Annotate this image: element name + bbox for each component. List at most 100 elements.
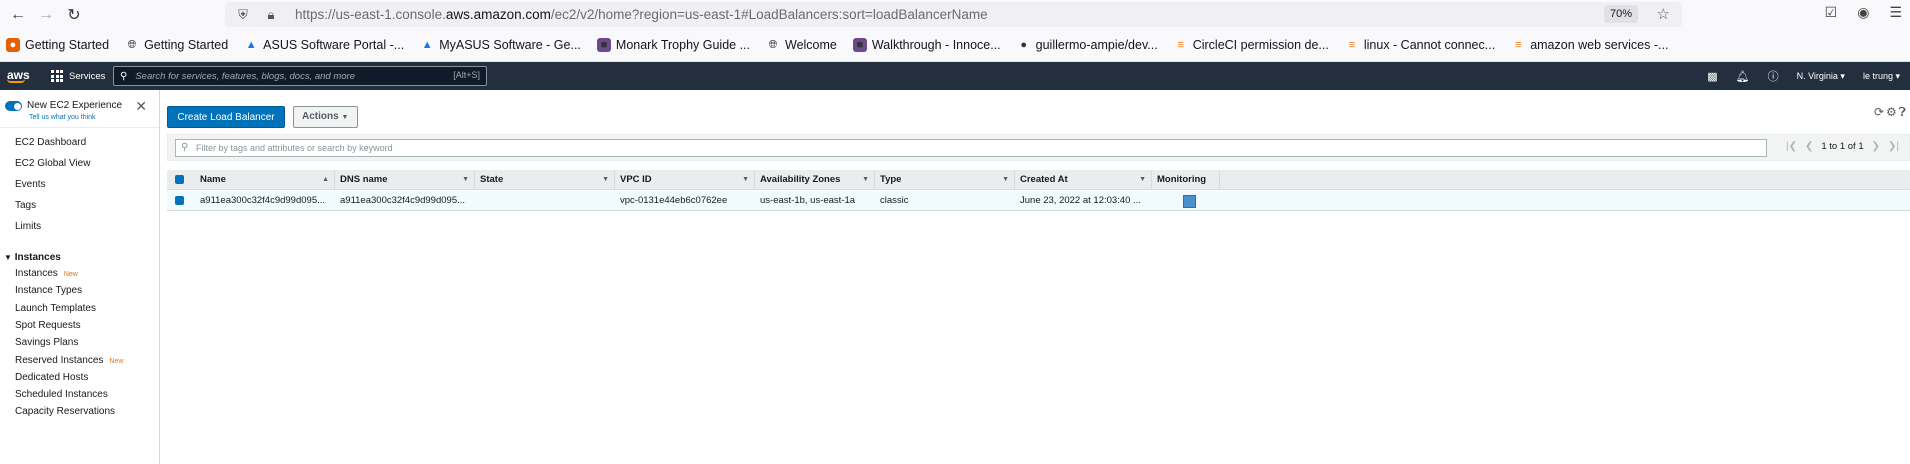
- next-page-icon[interactable]: ❯: [1872, 141, 1880, 152]
- new-experience-toggle[interactable]: [5, 101, 22, 111]
- column-monitoring[interactable]: Monitoring: [1152, 170, 1220, 190]
- new-experience-panel: New EC2 Experience Tell us what you thin…: [0, 90, 159, 128]
- column-vpc-id[interactable]: VPC ID ▼: [615, 170, 755, 190]
- bookmark-item[interactable]: ≡ CircleCI permission de...: [1174, 38, 1328, 52]
- column-name[interactable]: Name ▲: [195, 170, 335, 190]
- globe-icon: 🌐︎: [768, 39, 778, 51]
- forward-icon[interactable]: →: [32, 1, 60, 29]
- bookmark-item[interactable]: ● guillermo-ampie/dev...: [1017, 38, 1158, 52]
- sidebar-item-capacity-reservations[interactable]: Capacity Reservations: [15, 406, 115, 417]
- bookmark-label: amazon web services -...: [1530, 38, 1669, 52]
- cell-dns-name: a911ea300c32f4c9d99d095...: [340, 195, 466, 206]
- stackoverflow-icon: ≡: [1348, 39, 1356, 51]
- sidebar-item-dedicated-hosts[interactable]: Dedicated Hosts: [15, 372, 88, 383]
- cell-name: a911ea300c32f4c9d99d095...: [200, 195, 326, 206]
- lock-icon[interactable]: 🔒︎: [261, 7, 281, 23]
- table-row[interactable]: a911ea300c32f4c9d99d095... a911ea300c32f…: [167, 191, 1910, 211]
- bookmark-label: ASUS Software Portal -...: [263, 38, 405, 52]
- bookmark-item[interactable]: 🌐︎ Welcome: [766, 38, 837, 52]
- close-icon[interactable]: ✕: [135, 98, 147, 115]
- select-all-checkbox[interactable]: [175, 175, 184, 184]
- back-icon[interactable]: ←: [4, 1, 32, 29]
- cell-type: classic: [880, 195, 909, 206]
- filter-input[interactable]: ⚲ Filter by tags and attributes or searc…: [175, 139, 1767, 157]
- asus-icon: ▲: [245, 39, 257, 51]
- column-state[interactable]: State ▼: [475, 170, 615, 190]
- bookmark-item[interactable]: 🌐︎ Getting Started: [125, 38, 228, 52]
- bookmark-star-icon[interactable]: ☆: [1657, 5, 1670, 23]
- services-menu[interactable]: Services: [51, 70, 105, 82]
- bookmark-label: Getting Started: [144, 38, 229, 52]
- new-badge: New: [109, 357, 124, 365]
- bookmark-item[interactable]: ≡ linux - Cannot connec...: [1345, 38, 1496, 52]
- bookmark-item[interactable]: ≡ amazon web services -...: [1511, 38, 1668, 52]
- bookmark-label: guillermo-ampie/dev...: [1035, 38, 1158, 52]
- filter-bar: ⚲ Filter by tags and attributes or searc…: [167, 134, 1910, 161]
- globe-icon: 🌐︎: [127, 39, 137, 51]
- column-created-at[interactable]: Created At ▼: [1015, 170, 1152, 190]
- firefox-icon: ●: [6, 38, 20, 52]
- sidebar-item-limits[interactable]: Limits: [15, 221, 41, 232]
- row-checkbox[interactable]: [175, 196, 184, 205]
- caret-down-icon: ▼: [341, 114, 349, 121]
- pagination: |❮ ❮ 1 to 1 of 1 ❯ ❯|: [1786, 141, 1899, 152]
- last-page-icon[interactable]: ❯|: [1888, 141, 1899, 152]
- sidebar-item-reserved-instances[interactable]: Reserved Instances New: [15, 355, 123, 366]
- reload-icon[interactable]: ↻: [60, 1, 88, 29]
- sidebar-item-events[interactable]: Events: [15, 179, 46, 190]
- cloudshell-icon[interactable]: ▩: [1707, 70, 1717, 83]
- grid-icon: [51, 70, 63, 82]
- sidebar-item-ec2-dashboard[interactable]: EC2 Dashboard: [15, 137, 86, 148]
- bookmark-label: linux - Cannot connec...: [1363, 38, 1496, 52]
- search-icon: ⚲: [120, 70, 128, 82]
- feedback-link[interactable]: Tell us what you think: [29, 114, 96, 121]
- refresh-icon[interactable]: ⟳: [1874, 105, 1884, 120]
- sidebar-item-instance-types[interactable]: Instance Types: [15, 285, 82, 296]
- sidebar-item-launch-templates[interactable]: Launch Templates: [15, 303, 96, 314]
- sidebar-item-scheduled-instances[interactable]: Scheduled Instances: [15, 389, 108, 400]
- sidebar-item-savings-plans[interactable]: Savings Plans: [15, 337, 78, 348]
- sidebar-item-tags[interactable]: Tags: [15, 200, 36, 211]
- monitoring-icon[interactable]: [1183, 195, 1196, 208]
- actions-button[interactable]: Actions ▼: [293, 106, 358, 128]
- user-menu[interactable]: le trung ▾: [1863, 71, 1900, 82]
- menu-icon[interactable]: ☰: [1889, 4, 1902, 21]
- url-field[interactable]: ⛨ 🔒︎ https://us-east-1.console.aws.amazo…: [225, 2, 1682, 27]
- cell-vpc-id: vpc-0131e44eb6c0762ee: [620, 195, 728, 206]
- bookmark-label: Walkthrough - Innoce...: [871, 38, 1001, 52]
- cell-created-at: June 23, 2022 at 12:03:40 ...: [1020, 195, 1141, 206]
- bell-icon[interactable]: 🔔︎: [1736, 70, 1750, 83]
- sidebar-section-instances[interactable]: ▼ Instances: [4, 252, 61, 263]
- sidebar-item-instances[interactable]: Instances New: [15, 268, 78, 279]
- zoom-level[interactable]: 70%: [1603, 5, 1638, 23]
- settings-icon[interactable]: ⚙: [1886, 105, 1897, 120]
- sidebar-item-ec2-global-view[interactable]: EC2 Global View: [15, 158, 90, 169]
- column-dns-name[interactable]: DNS name ▼: [335, 170, 475, 190]
- shield-icon[interactable]: ⛨: [233, 7, 253, 23]
- help-icon[interactable]: ⓘ: [1768, 68, 1779, 84]
- create-load-balancer-button[interactable]: Create Load Balancer: [167, 106, 285, 128]
- help-icon[interactable]: ❓︎: [1899, 105, 1906, 120]
- cell-availability-zones: us-east-1b, us-east-1a: [760, 195, 856, 206]
- column-type[interactable]: Type ▼: [875, 170, 1015, 190]
- column-availability-zones[interactable]: Availability Zones ▼: [755, 170, 875, 190]
- bookmark-item[interactable]: ▲ ASUS Software Portal -...: [244, 38, 404, 52]
- url-text[interactable]: https://us-east-1.console.aws.amazon.com…: [295, 7, 988, 22]
- bookmark-label: MyASUS Software - Ge...: [439, 38, 581, 52]
- extension-icon[interactable]: ◉: [1857, 4, 1869, 21]
- bookmark-item[interactable]: ▲ MyASUS Software - Ge...: [420, 38, 581, 52]
- browser-toolbar: ← → ↻ ⛨ 🔒︎ https://us-east-1.console.aws…: [0, 0, 1910, 29]
- prev-page-icon[interactable]: ❮: [1805, 141, 1813, 152]
- asus-icon: ▲: [421, 39, 433, 51]
- region-selector[interactable]: N. Virginia ▾: [1797, 71, 1845, 82]
- aws-search-input[interactable]: ⚲ Search for services, features, blogs, …: [113, 66, 487, 86]
- image-icon: ■: [596, 38, 611, 52]
- sidebar-item-spot-requests[interactable]: Spot Requests: [15, 320, 81, 331]
- bookmarks-bar: ● Getting Started 🌐︎ Getting Started ▲ ASUS S…: [0, 29, 1910, 62]
- pocket-icon[interactable]: ☑: [1825, 4, 1838, 21]
- bookmark-item[interactable]: ■ Monark Trophy Guide ...: [596, 38, 750, 52]
- aws-logo[interactable]: aws: [7, 69, 37, 83]
- bookmark-item[interactable]: ● Getting Started: [6, 38, 109, 52]
- first-page-icon[interactable]: |❮: [1786, 141, 1797, 152]
- bookmark-item[interactable]: ■ Walkthrough - Innoce...: [852, 38, 1001, 52]
